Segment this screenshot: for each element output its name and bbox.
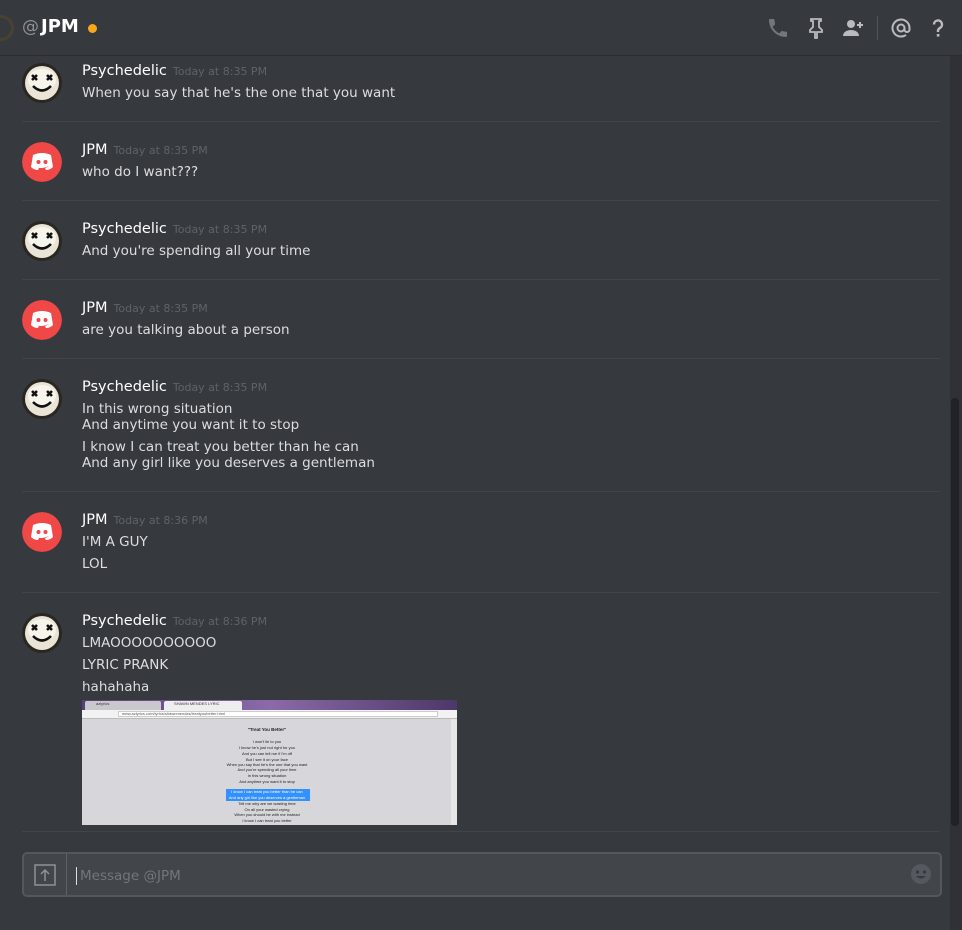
message-author[interactable]: Psychedelic Today at 8:36 PM: [82, 613, 267, 629]
message-text: hahahaha: [82, 679, 150, 695]
message-timestamp: Today at 8:36 PM: [172, 615, 268, 628]
message-group: JPM Today at 8:35 PM who do I want???: [22, 142, 940, 192]
message-divider: [22, 279, 940, 280]
upload-button[interactable]: [24, 854, 67, 895]
message-author[interactable]: JPM Today at 8:35 PM: [82, 300, 208, 316]
address-url: www.azlyrics.com/lyrics/shawnmendes/trea…: [122, 711, 225, 716]
message-text: LMAOOOOOOOOOO: [82, 635, 217, 651]
message-divider: [22, 121, 940, 122]
phone-icon[interactable]: [766, 16, 790, 40]
add-member-icon[interactable]: [841, 16, 865, 40]
message-text: And anytime you want it to stop: [82, 417, 300, 433]
browser-tab-label: azlyrics: [96, 701, 110, 706]
lyrics-line: In this wrong situation: [247, 773, 287, 778]
message-group: JPM Today at 8:36 PM I'M A GUY LOL: [22, 512, 940, 587]
header-divider: [877, 16, 878, 40]
message-author[interactable]: JPM Today at 8:36 PM: [82, 512, 208, 528]
status-indicator: [88, 24, 97, 33]
emoji-picker-icon[interactable]: [910, 863, 932, 885]
lyrics-line: And you can tell me if I'm off: [241, 751, 293, 756]
marshmello-avatar[interactable]: [22, 221, 62, 261]
message-timestamp: Today at 8:35 PM: [113, 302, 208, 315]
message-timestamp: Today at 8:35 PM: [172, 223, 268, 236]
discord-avatar[interactable]: [22, 512, 62, 552]
message-author[interactable]: Psychedelic Today at 8:35 PM: [82, 379, 267, 395]
message-timestamp: Today at 8:36 PM: [113, 514, 208, 527]
message-group: Psychedelic Today at 8:35 PM In this wron…: [22, 379, 940, 479]
lyrics-line: I know he's just not right for you: [238, 745, 296, 750]
upload-icon: [34, 864, 56, 886]
message-divider: [22, 200, 940, 201]
pin-icon[interactable]: [804, 16, 828, 40]
message-group: Psychedelic Today at 8:36 PM LMAOOOOOOOOO…: [22, 613, 940, 831]
message-composer: [22, 852, 942, 897]
marshmello-avatar[interactable]: [22, 63, 62, 103]
lyrics-line: I know I can treat you better: [242, 818, 292, 823]
scrollbar-thumb[interactable]: [951, 398, 959, 826]
message-group: Psychedelic Today at 8:35 PM And you're s…: [22, 221, 940, 271]
message-author[interactable]: Psychedelic Today at 8:35 PM: [82, 63, 267, 79]
message-text: And any girl like you deserves a gentlem…: [82, 455, 375, 471]
message-text: In this wrong situation: [82, 401, 233, 417]
browser-tab-label: SHAWN MENDES LYRIC: [174, 701, 220, 706]
text-caret: [76, 867, 77, 885]
message-list[interactable]: Psychedelic Today at 8:35 PM When you say…: [0, 56, 950, 831]
mention-icon[interactable]: [889, 16, 913, 40]
chat-header: @ JPM: [0, 0, 962, 56]
lyrics-line: I know I can treat you better than he ca…: [231, 789, 303, 794]
marshmello-avatar[interactable]: [22, 379, 62, 419]
recipient-name: JPM: [41, 16, 79, 37]
message-text: I know I can treat you better than he ca…: [82, 439, 359, 455]
message-text: are you talking about a person: [82, 322, 290, 338]
avatar-ring: [0, 15, 14, 41]
marshmello-avatar[interactable]: [22, 613, 62, 653]
message-text: who do I want???: [82, 164, 199, 180]
message-divider: [22, 358, 940, 359]
message-text: When you say that he's the one that you …: [82, 85, 396, 101]
message-timestamp: Today at 8:35 PM: [113, 144, 208, 157]
lyrics-title: "Treat You Better": [247, 727, 287, 732]
discord-avatar[interactable]: [22, 142, 62, 182]
lyrics-line: And any girl like you deserves a gentlem…: [228, 795, 306, 800]
message-timestamp: Today at 8:35 PM: [172, 381, 268, 394]
lyrics-line: Tell me why are we wasting time: [238, 801, 296, 806]
discord-avatar[interactable]: [22, 300, 62, 340]
at-symbol: @: [22, 17, 39, 37]
message-group: JPM Today at 8:35 PM are you talking abou…: [22, 300, 940, 350]
lyrics-line: I won't lie to you: [252, 739, 282, 744]
message-timestamp: Today at 8:35 PM: [172, 65, 268, 78]
message-text: I'M A GUY: [82, 534, 148, 550]
lyrics-line: When you should be with me instead: [234, 812, 300, 817]
screenshot-attachment[interactable]: azlyrics SHAWN MENDES LYRIC www.azlyrics…: [82, 700, 457, 825]
message-group: Psychedelic Today at 8:35 PM When you say…: [22, 63, 940, 113]
lyrics-line: And anytime you want it to stop: [239, 779, 295, 784]
message-author[interactable]: JPM Today at 8:35 PM: [82, 142, 208, 158]
message-divider: [22, 592, 940, 593]
help-icon[interactable]: [926, 16, 950, 40]
composer-divider: [22, 831, 940, 832]
message-input[interactable]: [78, 863, 902, 889]
message-text: LOL: [82, 556, 108, 572]
composer-area: [0, 831, 950, 930]
lyrics-line: And you're spending all your time: [237, 767, 297, 772]
message-text: LYRIC PRANK: [82, 657, 169, 673]
message-divider: [22, 491, 940, 492]
message-text: And you're spending all your time: [82, 243, 311, 259]
message-author[interactable]: Psychedelic Today at 8:35 PM: [82, 221, 267, 237]
